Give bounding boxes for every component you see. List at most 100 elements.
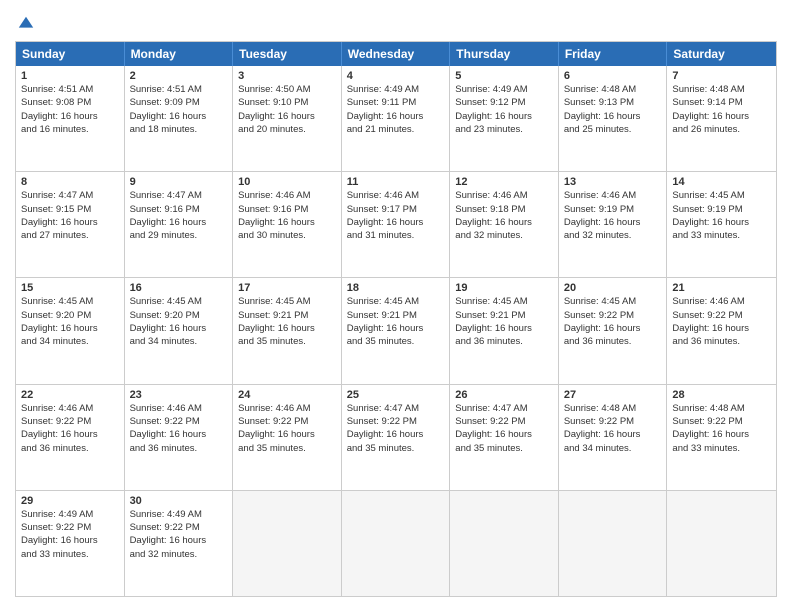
calendar-cell-18: 18Sunrise: 4:45 AM Sunset: 9:21 PM Dayli…	[342, 278, 451, 383]
header-saturday: Saturday	[667, 42, 776, 66]
day-number: 26	[455, 389, 553, 401]
calendar-cell-16: 16Sunrise: 4:45 AM Sunset: 9:20 PM Dayli…	[125, 278, 234, 383]
day-number: 19	[455, 282, 553, 294]
calendar-cell-20: 20Sunrise: 4:45 AM Sunset: 9:22 PM Dayli…	[559, 278, 668, 383]
day-number: 9	[130, 176, 228, 188]
day-info: Sunrise: 4:46 AM Sunset: 9:22 PM Dayligh…	[130, 402, 228, 455]
calendar-cell-13: 13Sunrise: 4:46 AM Sunset: 9:19 PM Dayli…	[559, 172, 668, 277]
calendar-cell-26: 26Sunrise: 4:47 AM Sunset: 9:22 PM Dayli…	[450, 385, 559, 490]
day-number: 22	[21, 389, 119, 401]
calendar-cell-9: 9Sunrise: 4:47 AM Sunset: 9:16 PM Daylig…	[125, 172, 234, 277]
calendar-cell-6: 6Sunrise: 4:48 AM Sunset: 9:13 PM Daylig…	[559, 66, 668, 171]
day-info: Sunrise: 4:46 AM Sunset: 9:19 PM Dayligh…	[564, 189, 662, 242]
calendar-cell-7: 7Sunrise: 4:48 AM Sunset: 9:14 PM Daylig…	[667, 66, 776, 171]
day-number: 24	[238, 389, 336, 401]
calendar: Sunday Monday Tuesday Wednesday Thursday…	[15, 41, 777, 597]
page: Sunday Monday Tuesday Wednesday Thursday…	[0, 0, 792, 612]
day-info: Sunrise: 4:45 AM Sunset: 9:21 PM Dayligh…	[238, 295, 336, 348]
calendar-cell-empty	[342, 491, 451, 596]
header-monday: Monday	[125, 42, 234, 66]
day-info: Sunrise: 4:50 AM Sunset: 9:10 PM Dayligh…	[238, 83, 336, 136]
calendar-cell-2: 2Sunrise: 4:51 AM Sunset: 9:09 PM Daylig…	[125, 66, 234, 171]
calendar-cell-24: 24Sunrise: 4:46 AM Sunset: 9:22 PM Dayli…	[233, 385, 342, 490]
calendar-cell-22: 22Sunrise: 4:46 AM Sunset: 9:22 PM Dayli…	[16, 385, 125, 490]
day-info: Sunrise: 4:45 AM Sunset: 9:20 PM Dayligh…	[21, 295, 119, 348]
calendar-cell-29: 29Sunrise: 4:49 AM Sunset: 9:22 PM Dayli…	[16, 491, 125, 596]
calendar-week-1: 8Sunrise: 4:47 AM Sunset: 9:15 PM Daylig…	[16, 171, 776, 277]
header-friday: Friday	[559, 42, 668, 66]
day-number: 7	[672, 70, 771, 82]
day-info: Sunrise: 4:45 AM Sunset: 9:21 PM Dayligh…	[347, 295, 445, 348]
calendar-cell-8: 8Sunrise: 4:47 AM Sunset: 9:15 PM Daylig…	[16, 172, 125, 277]
day-number: 8	[21, 176, 119, 188]
day-number: 11	[347, 176, 445, 188]
day-info: Sunrise: 4:46 AM Sunset: 9:22 PM Dayligh…	[672, 295, 771, 348]
calendar-body: 1Sunrise: 4:51 AM Sunset: 9:08 PM Daylig…	[16, 66, 776, 596]
day-info: Sunrise: 4:45 AM Sunset: 9:22 PM Dayligh…	[564, 295, 662, 348]
calendar-cell-27: 27Sunrise: 4:48 AM Sunset: 9:22 PM Dayli…	[559, 385, 668, 490]
day-info: Sunrise: 4:47 AM Sunset: 9:16 PM Dayligh…	[130, 189, 228, 242]
day-info: Sunrise: 4:46 AM Sunset: 9:18 PM Dayligh…	[455, 189, 553, 242]
calendar-cell-30: 30Sunrise: 4:49 AM Sunset: 9:22 PM Dayli…	[125, 491, 234, 596]
day-number: 15	[21, 282, 119, 294]
calendar-cell-19: 19Sunrise: 4:45 AM Sunset: 9:21 PM Dayli…	[450, 278, 559, 383]
calendar-header: Sunday Monday Tuesday Wednesday Thursday…	[16, 42, 776, 66]
day-info: Sunrise: 4:46 AM Sunset: 9:22 PM Dayligh…	[238, 402, 336, 455]
day-number: 20	[564, 282, 662, 294]
day-number: 14	[672, 176, 771, 188]
day-number: 12	[455, 176, 553, 188]
calendar-cell-23: 23Sunrise: 4:46 AM Sunset: 9:22 PM Dayli…	[125, 385, 234, 490]
header-thursday: Thursday	[450, 42, 559, 66]
day-info: Sunrise: 4:48 AM Sunset: 9:22 PM Dayligh…	[564, 402, 662, 455]
calendar-cell-17: 17Sunrise: 4:45 AM Sunset: 9:21 PM Dayli…	[233, 278, 342, 383]
day-info: Sunrise: 4:47 AM Sunset: 9:15 PM Dayligh…	[21, 189, 119, 242]
day-number: 18	[347, 282, 445, 294]
calendar-week-3: 22 Sunrise: 4:46 AM Sunset: 9:22 PM Dayli…	[16, 384, 776, 490]
day-number: 29	[21, 495, 119, 507]
calendar-cell-empty	[559, 491, 668, 596]
day-info: Sunrise: 4:49 AM Sunset: 9:12 PM Dayligh…	[455, 83, 553, 136]
calendar-cell-14: 14Sunrise: 4:45 AM Sunset: 9:19 PM Dayli…	[667, 172, 776, 277]
day-number: 27	[564, 389, 662, 401]
day-info: Sunrise: 4:48 AM Sunset: 9:13 PM Dayligh…	[564, 83, 662, 136]
day-info: Sunrise: 4:46 AM Sunset: 9:16 PM Dayligh…	[238, 189, 336, 242]
day-number: 30	[130, 495, 228, 507]
day-number: 10	[238, 176, 336, 188]
day-number: 25	[347, 389, 445, 401]
header-wednesday: Wednesday	[342, 42, 451, 66]
logo	[15, 15, 35, 33]
calendar-cell-empty	[450, 491, 559, 596]
day-number: 17	[238, 282, 336, 294]
calendar-cell-15: 15Sunrise: 4:45 AM Sunset: 9:20 PM Dayli…	[16, 278, 125, 383]
calendar-week-2: 15Sunrise: 4:45 AM Sunset: 9:20 PM Dayli…	[16, 277, 776, 383]
day-number: 3	[238, 70, 336, 82]
calendar-week-4: 29Sunrise: 4:49 AM Sunset: 9:22 PM Dayli…	[16, 490, 776, 596]
day-info: Sunrise: 4:51 AM Sunset: 9:09 PM Dayligh…	[130, 83, 228, 136]
calendar-cell-5: 5Sunrise: 4:49 AM Sunset: 9:12 PM Daylig…	[450, 66, 559, 171]
calendar-cell-25: 25Sunrise: 4:47 AM Sunset: 9:22 PM Dayli…	[342, 385, 451, 490]
calendar-cell-3: 3Sunrise: 4:50 AM Sunset: 9:10 PM Daylig…	[233, 66, 342, 171]
day-info: Sunrise: 4:47 AM Sunset: 9:22 PM Dayligh…	[455, 402, 553, 455]
calendar-week-0: 1Sunrise: 4:51 AM Sunset: 9:08 PM Daylig…	[16, 66, 776, 171]
day-info: Sunrise: 4:51 AM Sunset: 9:08 PM Dayligh…	[21, 83, 119, 136]
day-info: Sunrise: 4:49 AM Sunset: 9:22 PM Dayligh…	[130, 508, 228, 561]
day-info: Sunrise: 4:45 AM Sunset: 9:21 PM Dayligh…	[455, 295, 553, 348]
day-number: 5	[455, 70, 553, 82]
day-info: Sunrise: 4:49 AM Sunset: 9:22 PM Dayligh…	[21, 508, 119, 561]
day-number: 6	[564, 70, 662, 82]
calendar-cell-12: 12Sunrise: 4:46 AM Sunset: 9:18 PM Dayli…	[450, 172, 559, 277]
calendar-cell-28: 28Sunrise: 4:48 AM Sunset: 9:22 PM Dayli…	[667, 385, 776, 490]
day-info: Sunrise: 4:49 AM Sunset: 9:11 PM Dayligh…	[347, 83, 445, 136]
calendar-cell-4: 4Sunrise: 4:49 AM Sunset: 9:11 PM Daylig…	[342, 66, 451, 171]
calendar-cell-21: 21Sunrise: 4:46 AM Sunset: 9:22 PM Dayli…	[667, 278, 776, 383]
day-info: Sunrise: 4:48 AM Sunset: 9:14 PM Dayligh…	[672, 83, 771, 136]
calendar-cell-empty	[233, 491, 342, 596]
day-info: Sunrise: 4:45 AM Sunset: 9:20 PM Dayligh…	[130, 295, 228, 348]
day-number: 4	[347, 70, 445, 82]
header	[15, 15, 777, 33]
day-number: 1	[21, 70, 119, 82]
calendar-cell-11: 11Sunrise: 4:46 AM Sunset: 9:17 PM Dayli…	[342, 172, 451, 277]
calendar-cell-1: 1Sunrise: 4:51 AM Sunset: 9:08 PM Daylig…	[16, 66, 125, 171]
day-number: 16	[130, 282, 228, 294]
day-info: Sunrise: 4:45 AM Sunset: 9:19 PM Dayligh…	[672, 189, 771, 242]
